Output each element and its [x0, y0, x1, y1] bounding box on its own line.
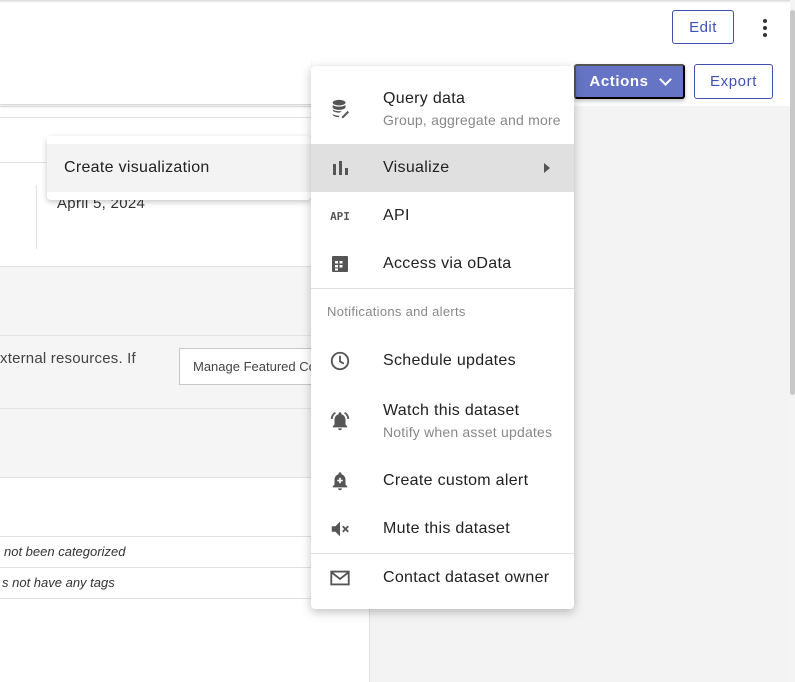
custom-alert-label: Create custom alert: [383, 472, 529, 489]
database-edit-icon: [329, 98, 351, 120]
menu-item-query-data[interactable]: Query data Group, aggregate and more: [311, 82, 574, 136]
api-icon: API: [330, 209, 350, 223]
mute-dataset-label: Mute this dataset: [383, 520, 510, 537]
category-row: not been categorized: [0, 537, 320, 568]
bell-plus-icon: [329, 470, 351, 492]
actions-label: Actions: [589, 73, 649, 90]
contact-owner-label: Contact dataset owner: [383, 569, 550, 586]
column-divider: [36, 185, 37, 249]
menu-divider: [311, 288, 574, 289]
query-data-label: Query data: [383, 90, 466, 107]
menu-item-api[interactable]: API API: [311, 192, 574, 240]
category-note: not been categorized: [4, 544, 126, 559]
api-label: API: [383, 207, 410, 224]
actions-button[interactable]: Actions: [574, 64, 685, 99]
external-resources-text: xternal resources. If: [0, 350, 136, 367]
menu-item-contact-owner[interactable]: Contact dataset owner: [311, 554, 574, 602]
bar-chart-icon: [329, 157, 351, 179]
manage-featured-button[interactable]: Manage Featured Co: [179, 348, 324, 385]
watch-dataset-subtitle: Notify when asset updates: [383, 424, 553, 440]
clock-icon: [329, 350, 351, 372]
menu-item-odata[interactable]: Access via oData: [311, 240, 574, 288]
schedule-updates-label: Schedule updates: [383, 352, 516, 369]
table-icon: [329, 253, 351, 275]
export-button[interactable]: Export: [694, 64, 773, 99]
tags-row: s not have any tags: [0, 568, 320, 599]
kebab-menu-icon[interactable]: [754, 14, 776, 42]
tags-note: s not have any tags: [2, 575, 115, 590]
chevron-right-icon: [544, 163, 550, 173]
top-shadow: [0, 0, 795, 3]
search-strip: [0, 58, 311, 105]
visualize-label: Visualize: [383, 159, 450, 176]
scrollbar-thumb[interactable]: [790, 10, 795, 395]
menu-item-watch-dataset[interactable]: Watch this dataset Notify when asset upd…: [311, 394, 574, 448]
menu-item-schedule-updates[interactable]: Schedule updates: [311, 337, 574, 385]
edit-button[interactable]: Edit: [672, 10, 734, 44]
mail-icon: [329, 567, 351, 589]
volume-off-icon: [329, 518, 351, 540]
odata-label: Access via oData: [383, 255, 512, 272]
query-data-subtitle: Group, aggregate and more: [383, 112, 561, 128]
create-visualization-item[interactable]: Create visualization: [47, 144, 311, 192]
watch-dataset-label: Watch this dataset: [383, 402, 520, 419]
menu-item-visualize[interactable]: Visualize: [311, 144, 574, 192]
menu-item-mute-dataset[interactable]: Mute this dataset: [311, 505, 574, 553]
bell-ring-icon: [329, 410, 351, 432]
chevron-down-icon: [658, 73, 672, 86]
menu-item-custom-alert[interactable]: Create custom alert: [311, 457, 574, 505]
notifications-section-header: Notifications and alerts: [327, 304, 466, 319]
